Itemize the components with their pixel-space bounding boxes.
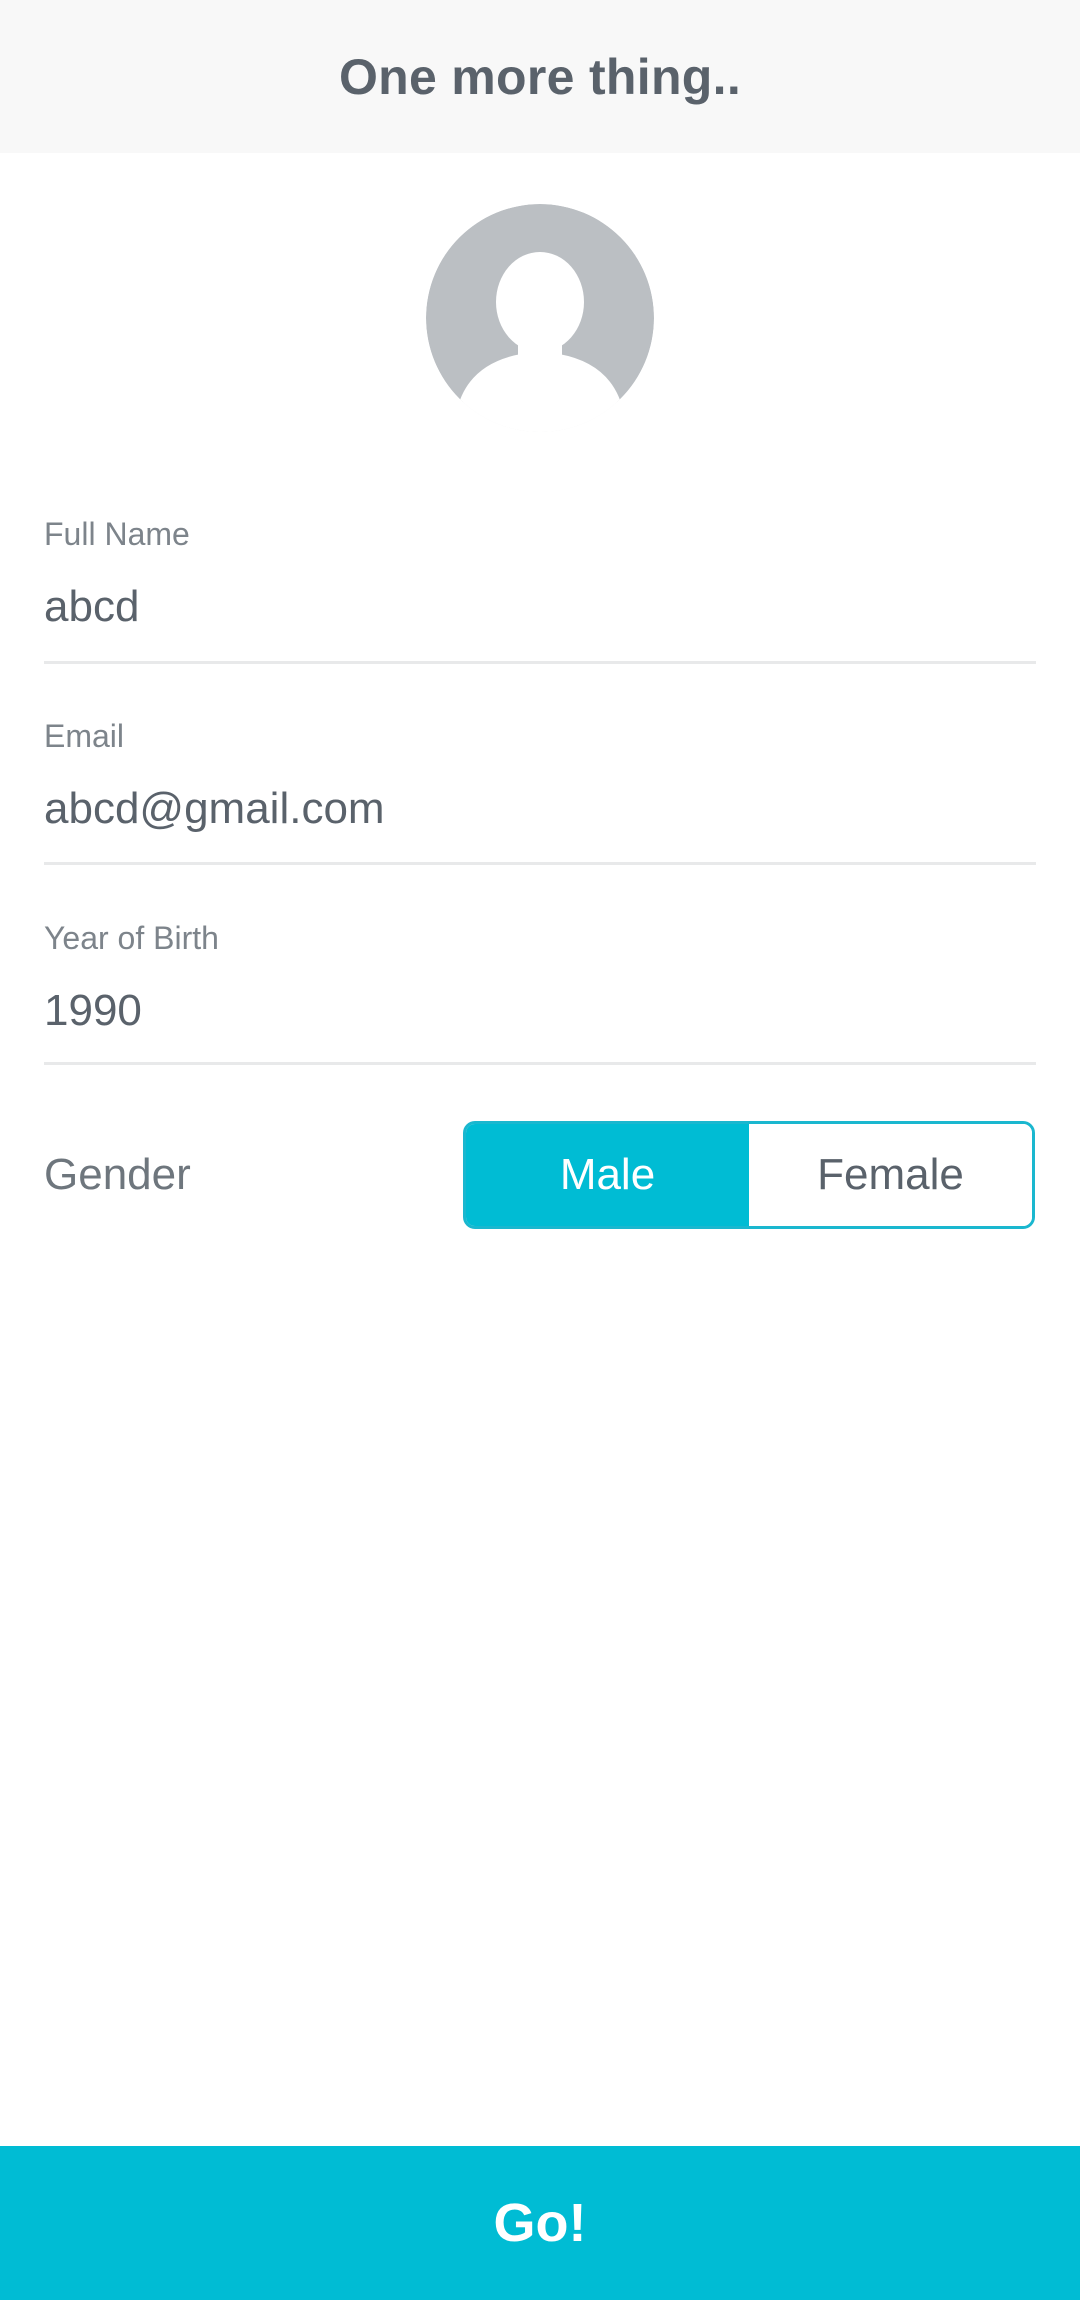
email-field: Email [44,718,1036,868]
year-of-birth-label: Year of Birth [44,920,219,956]
gender-option-male[interactable]: Male [466,1124,749,1226]
year-of-birth-underline [44,1062,1036,1065]
page-title: One more thing.. [338,48,742,105]
year-of-birth-input[interactable] [44,986,1036,1036]
email-input[interactable] [44,784,1036,834]
header-bar: One more thing.. [0,0,1080,153]
default-avatar-icon [426,204,654,432]
email-underline [44,862,1036,865]
full-name-input[interactable] [44,582,1036,632]
email-label: Email [44,718,125,754]
full-name-underline [44,661,1036,664]
go-button[interactable]: Go! [0,2146,1080,2300]
full-name-label: Full Name [44,516,190,552]
gender-option-female[interactable]: Female [749,1124,1032,1226]
year-of-birth-field: Year of Birth [44,920,1036,1070]
go-button-label: Go! [493,2193,587,2253]
full-name-field: Full Name [44,516,1036,666]
gender-selector: Male Female [463,1121,1035,1229]
gender-label: Gender [44,1150,191,1199]
avatar[interactable] [426,204,654,432]
